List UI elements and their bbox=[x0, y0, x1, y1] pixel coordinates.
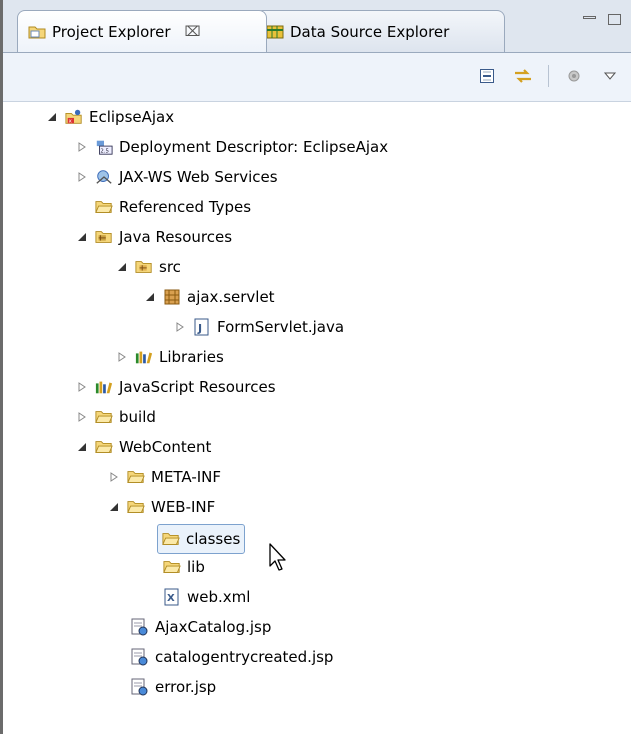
tree-item-label: JavaScript Resources bbox=[119, 378, 276, 396]
expand-arrow-icon[interactable] bbox=[75, 440, 89, 454]
tree-item-label: lib bbox=[187, 558, 205, 576]
java-resources-icon bbox=[95, 228, 113, 246]
svg-text:J: J bbox=[197, 322, 202, 335]
project-explorer-icon bbox=[28, 23, 46, 41]
libraries-icon bbox=[135, 348, 153, 366]
svg-text:2.5: 2.5 bbox=[100, 148, 109, 154]
deployment-descriptor-icon: 2.5 bbox=[95, 138, 113, 156]
folder-icon bbox=[95, 408, 113, 426]
folder-icon bbox=[127, 468, 145, 486]
tab-project-explorer[interactable]: Project Explorer ⌧ bbox=[17, 10, 267, 52]
collapse-arrow-icon[interactable] bbox=[173, 320, 187, 334]
tab-label: Project Explorer bbox=[52, 22, 171, 41]
tree-item-label: Referenced Types bbox=[119, 198, 252, 216]
collapse-arrow-icon[interactable] bbox=[75, 410, 89, 424]
tree-item-referenced-types[interactable]: Referenced Types bbox=[95, 194, 251, 220]
tree-item-label: classes bbox=[186, 530, 241, 548]
tree-item-label: FormServlet.java bbox=[217, 318, 345, 336]
folder-icon bbox=[95, 438, 113, 456]
expand-arrow-icon[interactable] bbox=[45, 110, 59, 124]
tree-item-deployment-descriptor[interactable]: 2.5 Deployment Descriptor: EclipseAjax bbox=[75, 134, 388, 160]
tree-item-label: ajax.servlet bbox=[187, 288, 275, 306]
view-menu-icon[interactable] bbox=[599, 65, 621, 87]
expand-arrow-icon[interactable] bbox=[107, 500, 121, 514]
tree-item-label: JAX-WS Web Services bbox=[119, 168, 278, 186]
tree-item-build[interactable]: build bbox=[75, 404, 156, 430]
project-icon: x bbox=[65, 108, 83, 126]
tree-item-label: EclipseAjax bbox=[89, 108, 175, 126]
java-file-icon: J bbox=[193, 318, 211, 336]
maximize-icon[interactable] bbox=[608, 14, 621, 25]
tree-item-ajax-servlet[interactable]: ajax.servlet bbox=[143, 284, 275, 310]
tree-item-label: WebContent bbox=[119, 438, 212, 456]
view-toolbar bbox=[3, 52, 631, 102]
jsp-file-icon bbox=[131, 678, 149, 696]
tree-item-label: build bbox=[119, 408, 156, 426]
close-icon[interactable]: ⌧ bbox=[185, 24, 201, 40]
project-tree: x EclipseAjax 2.5 Deployment Descriptor:… bbox=[3, 100, 631, 734]
expand-arrow-icon[interactable] bbox=[143, 290, 157, 304]
tab-label: Data Source Explorer bbox=[290, 22, 450, 41]
tree-item-catalogentrycreated-jsp[interactable]: catalogentrycreated.jsp bbox=[131, 644, 333, 670]
mouse-pointer-icon bbox=[268, 543, 288, 575]
tree-item-error-jsp[interactable]: error.jsp bbox=[131, 674, 216, 700]
tree-item-formservlet[interactable]: J FormServlet.java bbox=[173, 314, 344, 340]
tree-item-lib[interactable]: lib bbox=[163, 554, 205, 580]
tree-item-jax-ws[interactable]: JAX-WS Web Services bbox=[75, 164, 278, 190]
tree-item-ajaxcatalog-jsp[interactable]: AjaxCatalog.jsp bbox=[131, 614, 271, 640]
tree-item-label: META-INF bbox=[151, 468, 222, 486]
tab-data-source-explorer[interactable]: Data Source Explorer bbox=[255, 10, 505, 52]
tree-item-java-resources[interactable]: Java Resources bbox=[75, 224, 232, 250]
svg-text:x: x bbox=[69, 118, 72, 124]
tree-item-web-xml[interactable]: X web.xml bbox=[163, 584, 250, 610]
toolbar-separator bbox=[548, 65, 549, 87]
jsp-file-icon bbox=[131, 648, 149, 666]
tree-item-label: web.xml bbox=[187, 588, 251, 606]
tree-item-meta-inf[interactable]: META-INF bbox=[107, 464, 221, 490]
tree-item-webcontent[interactable]: WebContent bbox=[75, 434, 211, 460]
tree-item-label: Libraries bbox=[159, 348, 224, 366]
tree-item-classes[interactable]: classes bbox=[157, 524, 246, 554]
window-controls bbox=[583, 14, 621, 25]
folder-icon bbox=[127, 498, 145, 516]
tree-item-label: WEB-INF bbox=[151, 498, 216, 516]
collapse-arrow-icon[interactable] bbox=[115, 350, 129, 364]
source-folder-icon bbox=[135, 258, 153, 276]
tree-item-javascript-resources[interactable]: JavaScript Resources bbox=[75, 374, 276, 400]
tree-item-label: Deployment Descriptor: EclipseAjax bbox=[119, 138, 389, 156]
jsp-file-icon bbox=[131, 618, 149, 636]
tree-item-label: Java Resources bbox=[119, 228, 233, 246]
folder-icon bbox=[163, 558, 181, 576]
data-source-icon bbox=[266, 23, 284, 41]
package-icon bbox=[163, 288, 181, 306]
web-services-icon bbox=[95, 168, 113, 186]
tree-item-eclipseajax[interactable]: x EclipseAjax bbox=[45, 104, 174, 130]
minimize-icon[interactable] bbox=[583, 16, 596, 19]
tree-item-src[interactable]: src bbox=[115, 254, 181, 280]
tree-item-web-inf[interactable]: WEB-INF bbox=[107, 494, 215, 520]
folder-icon bbox=[162, 530, 180, 548]
svg-text:X: X bbox=[167, 593, 175, 604]
libraries-icon bbox=[95, 378, 113, 396]
folder-icon bbox=[95, 198, 113, 216]
focus-icon[interactable] bbox=[563, 65, 585, 87]
xml-file-icon: X bbox=[163, 588, 181, 606]
tree-item-label: catalogentrycreated.jsp bbox=[155, 648, 334, 666]
expand-arrow-icon[interactable] bbox=[75, 230, 89, 244]
tree-item-label: error.jsp bbox=[155, 678, 217, 696]
collapse-arrow-icon[interactable] bbox=[75, 140, 89, 154]
tree-item-libraries[interactable]: Libraries bbox=[115, 344, 224, 370]
collapse-all-icon[interactable] bbox=[476, 65, 498, 87]
collapse-arrow-icon[interactable] bbox=[107, 470, 121, 484]
tree-item-label: src bbox=[159, 258, 181, 276]
expand-arrow-icon[interactable] bbox=[115, 260, 129, 274]
collapse-arrow-icon[interactable] bbox=[75, 170, 89, 184]
collapse-arrow-icon[interactable] bbox=[75, 380, 89, 394]
tree-item-label: AjaxCatalog.jsp bbox=[155, 618, 272, 636]
link-with-editor-icon[interactable] bbox=[512, 65, 534, 87]
